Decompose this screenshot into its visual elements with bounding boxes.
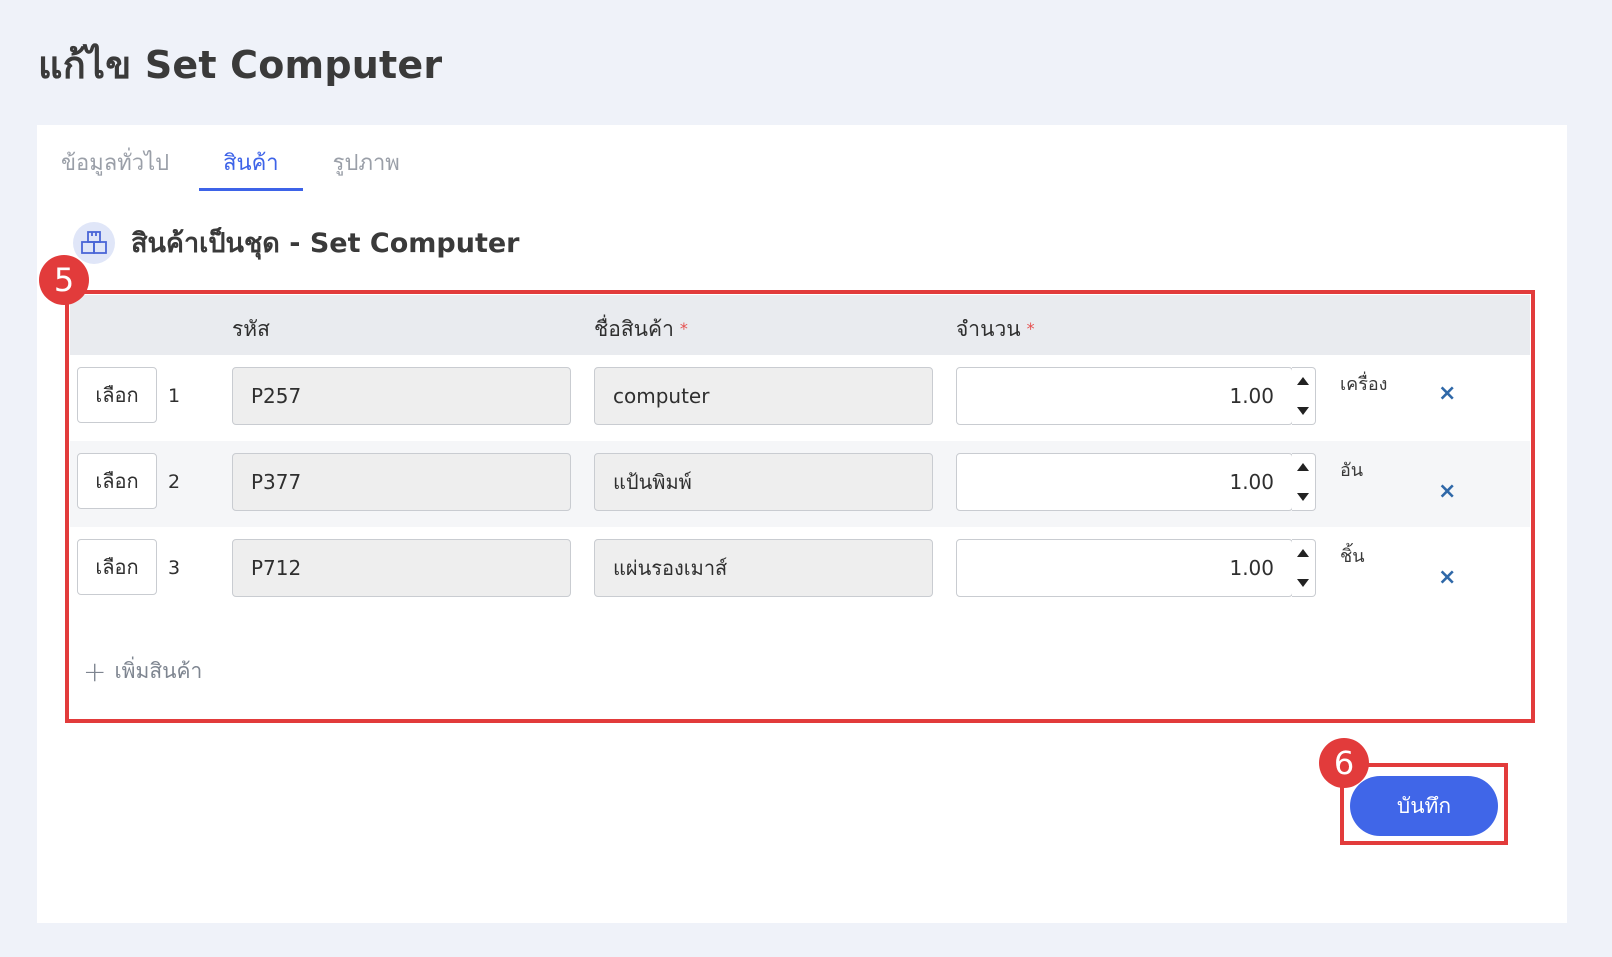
page-title: แก้ไข Set Computer [38, 43, 443, 87]
highlight-box-table [65, 290, 1535, 723]
step-marker-5: 5 [39, 255, 89, 305]
save-button[interactable]: บันทึก [1350, 776, 1498, 836]
tab-products[interactable]: สินค้า [199, 139, 303, 191]
section-title: สินค้าเป็นชุด - Set Computer [131, 228, 520, 259]
section-header: สินค้าเป็นชุด - Set Computer [73, 221, 520, 264]
tab-general-info[interactable]: ข้อมูลทั่วไป [61, 139, 169, 191]
content-card: ข้อมูลทั่วไป สินค้า รูปภาพ สินค้าเป็นชุด… [37, 125, 1567, 923]
tab-images[interactable]: รูปภาพ [333, 139, 400, 191]
boxes-icon [73, 221, 115, 264]
step-marker-6: 6 [1319, 738, 1369, 788]
tab-bar: ข้อมูลทั่วไป สินค้า รูปภาพ [61, 139, 454, 191]
